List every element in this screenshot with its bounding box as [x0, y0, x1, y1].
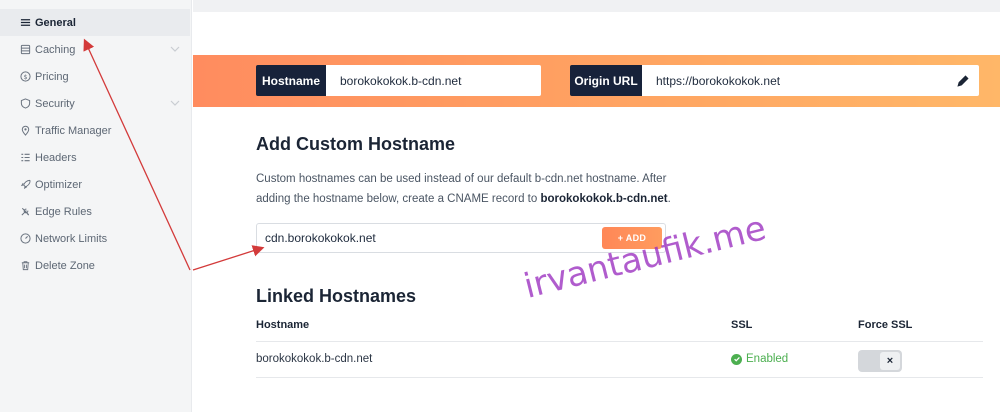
location-pin-icon — [19, 125, 31, 137]
sidebar-item-headers[interactable]: Headers — [0, 144, 190, 171]
column-header-hostname: Hostname — [256, 319, 310, 331]
shield-icon — [19, 98, 31, 110]
trash-icon — [19, 260, 31, 272]
check-circle-icon — [731, 353, 742, 365]
hostname-label: Hostname — [256, 65, 326, 96]
chevron-down-icon — [170, 100, 180, 106]
tools-icon — [19, 206, 31, 218]
sidebar-item-pricing[interactable]: $ Pricing — [0, 63, 190, 90]
hostname-banner: Hostname borokokokok.b-cdn.net Origin UR… — [193, 55, 1000, 107]
sidebar-item-label: Network Limits — [35, 232, 108, 245]
origin-url-field[interactable]: https://borokokokok.net — [642, 65, 979, 96]
hostname-value: borokokokok.b-cdn.net — [326, 65, 541, 96]
database-icon — [19, 44, 31, 56]
list-icon — [19, 17, 31, 29]
sidebar-item-label: Security — [35, 97, 75, 110]
sidebar-item-label: Caching — [35, 43, 76, 56]
ssl-status-label: Enabled — [746, 353, 789, 365]
sidebar-item-label: Headers — [35, 151, 77, 164]
sidebar-item-general[interactable]: General — [0, 9, 190, 36]
add-custom-hostname-title: Add Custom Hostname — [256, 134, 456, 154]
linked-hostnames-title: Linked Hostnames — [256, 286, 417, 306]
toggle-knob: × — [880, 352, 900, 370]
sidebar-item-traffic-manager[interactable]: Traffic Manager — [0, 117, 190, 144]
sidebar-item-label: General — [35, 16, 76, 29]
cname-target: borokokokok.b-cdn.net — [540, 193, 668, 205]
sidebar-item-label: Traffic Manager — [35, 124, 112, 137]
sidebar-item-label: Optimizer — [35, 178, 83, 191]
gauge-icon — [19, 233, 31, 245]
origin-url-value: https://borokokokok.net — [656, 73, 781, 88]
column-header-force-ssl: Force SSL — [858, 319, 913, 331]
custom-hostname-input[interactable] — [257, 224, 597, 252]
force-ssl-toggle[interactable]: × — [858, 350, 902, 372]
sidebar-item-label: Pricing — [35, 70, 69, 83]
sidebar-item-label: Edge Rules — [35, 205, 92, 218]
ssl-status: Enabled — [731, 353, 788, 365]
column-header-ssl: SSL — [731, 319, 753, 331]
sidebar-item-optimizer[interactable]: Optimizer — [0, 171, 190, 198]
annotation-arrow-to-input — [192, 245, 265, 271]
custom-hostname-description: Custom hostnames can be used instead of … — [256, 173, 671, 205]
headers-icon — [19, 152, 31, 164]
pencil-icon[interactable] — [955, 73, 971, 89]
sidebar-item-network-limits[interactable]: Network Limits — [0, 225, 190, 252]
sidebar-item-delete-zone[interactable]: Delete Zone — [0, 252, 190, 279]
rocket-icon — [19, 179, 31, 191]
origin-url-label: Origin URL — [570, 65, 642, 96]
sidebar-item-security[interactable]: Security — [0, 90, 190, 117]
sidebar-item-label: Delete Zone — [35, 259, 95, 272]
top-strip — [193, 0, 1000, 12]
sidebar-item-caching[interactable]: Caching — [0, 36, 190, 63]
table-divider — [256, 341, 983, 342]
svg-text:$: $ — [23, 73, 27, 81]
sidebar-item-edge-rules[interactable]: Edge Rules — [0, 198, 190, 225]
linked-hostname-value: borokokokok.b-cdn.net — [256, 353, 373, 365]
chevron-down-icon — [170, 46, 180, 52]
sidebar: General Caching $ Pricing Security Traff… — [0, 0, 192, 412]
table-divider — [256, 377, 983, 378]
dollar-icon: $ — [19, 71, 31, 83]
